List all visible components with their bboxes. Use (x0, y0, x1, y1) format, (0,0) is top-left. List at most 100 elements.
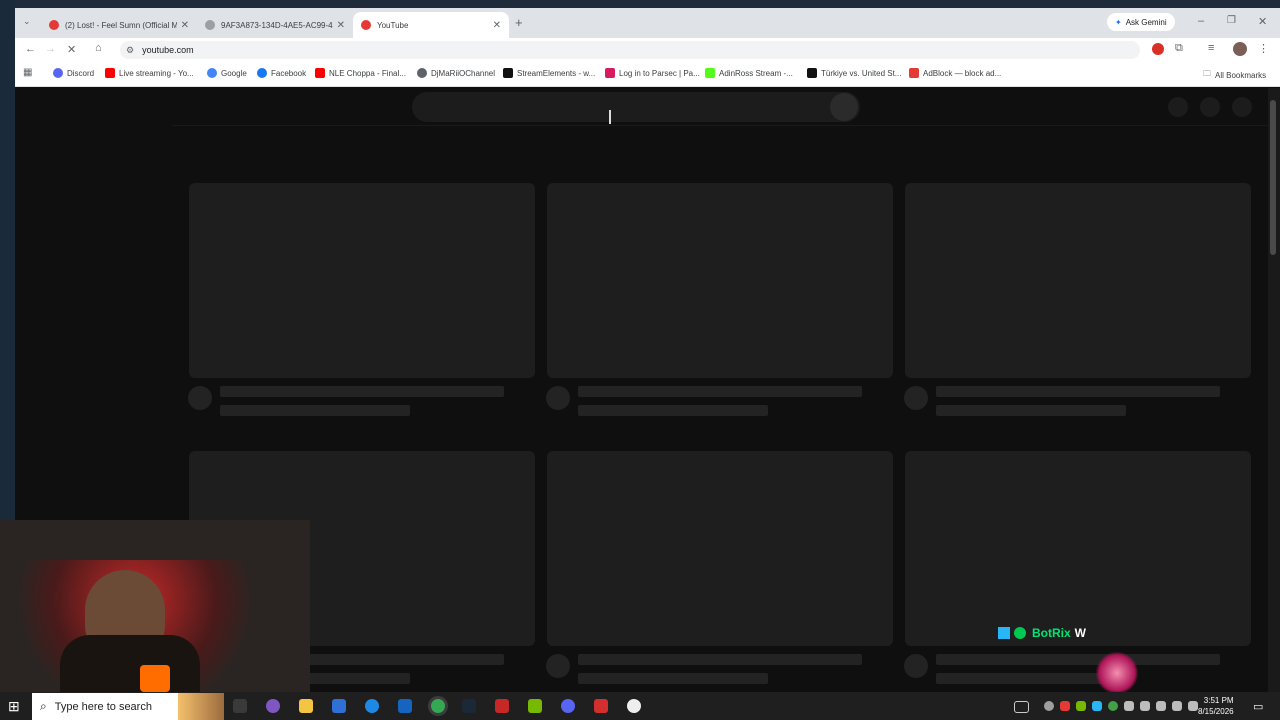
bookmark-adblock[interactable]: AdBlock — block ad... (909, 68, 1001, 78)
tray-nvidia-icon[interactable] (1076, 701, 1086, 711)
video-thumbnail-skeleton[interactable] (905, 451, 1251, 646)
tab-file-guid[interactable]: 9AF3A873-134D-4AE5-AC99-4 ✕ (197, 12, 353, 38)
botrix-message: W (1074, 626, 1086, 640)
video-meta-skeleton (936, 405, 1126, 416)
microsoft-store-icon[interactable] (332, 699, 346, 713)
bookmark-adinross[interactable]: AdinRoss Stream -... (705, 68, 793, 78)
emote-sticker (1096, 652, 1138, 694)
search-input-skeleton[interactable] (412, 92, 860, 122)
adblock-extension-icon[interactable] (1152, 43, 1164, 55)
task-view-icon[interactable] (233, 699, 247, 713)
close-tab-icon[interactable]: ✕ (181, 20, 189, 31)
video-meta-skeleton (220, 405, 410, 416)
bookmark-label: All Bookmarks (1215, 70, 1267, 80)
keyboard-icon[interactable] (1014, 701, 1029, 713)
steam-icon[interactable] (462, 699, 476, 713)
outlook-icon[interactable] (398, 699, 412, 713)
red-lamp (140, 665, 170, 692)
tab-title: (2) Lost! - Feel Sumn (Official M (65, 20, 177, 30)
site-info-icon[interactable]: ⚙ (126, 45, 134, 56)
youtube-icon (105, 68, 115, 78)
apps-grid-icon[interactable]: ▦ (23, 67, 32, 78)
tray-app-icon[interactable] (1108, 701, 1118, 711)
video-thumbnail-skeleton[interactable] (547, 451, 893, 646)
profile-avatar[interactable] (1233, 42, 1247, 56)
bookmark-google[interactable]: Google (207, 68, 247, 78)
bookmark-label: Log in to Parsec | Pa... (619, 68, 700, 78)
volume-icon[interactable] (1172, 701, 1182, 711)
google-icon (207, 68, 217, 78)
adblock-icon (909, 68, 919, 78)
minimize-icon[interactable]: – (1198, 15, 1204, 27)
header-divider (172, 125, 1268, 126)
extensions-puzzle-icon[interactable]: ⧉ (1175, 42, 1183, 55)
bookmark-streamelements[interactable]: StreamElements - w... (503, 68, 595, 78)
tab-youtube[interactable]: YouTube ✕ (353, 12, 509, 38)
bookmark-djmariiochannel[interactable]: DjMaRiiOChannel (417, 68, 495, 78)
header-icon-skeleton[interactable] (1200, 97, 1220, 117)
bookmark-turkiye-vs-us[interactable]: Türkiye vs. United St... (807, 68, 901, 78)
channel-avatar-skeleton (546, 654, 570, 678)
channel-avatar-skeleton (188, 386, 212, 410)
video-thumbnail-skeleton[interactable] (547, 183, 893, 378)
media-queue-icon[interactable]: ≡ (1208, 42, 1214, 54)
tab-title: YouTube (377, 20, 409, 30)
new-tab-plus-icon[interactable]: + (515, 15, 523, 30)
discord-taskbar-icon[interactable] (561, 699, 575, 713)
close-tab-icon[interactable]: ✕ (337, 20, 345, 31)
bookmark-facebook[interactable]: Facebook (257, 68, 306, 78)
antivirus-icon[interactable] (594, 699, 608, 713)
tray-app-icon[interactable] (1140, 701, 1150, 711)
video-meta-skeleton (578, 673, 768, 684)
desktop-background (0, 0, 1280, 8)
bookmark-label: Türkiye vs. United St... (821, 68, 902, 78)
address-bar[interactable]: ⚙ youtube.com (120, 41, 1140, 59)
obs-icon[interactable] (627, 699, 641, 713)
bookmark-nle-choppa[interactable]: NLE Choppa - Final... (315, 68, 406, 78)
taskbar-clock[interactable]: 3:51 PM 8/15/2026 (1198, 695, 1234, 717)
bookmark-label: AdBlock — block ad... (923, 68, 1002, 78)
globe-icon (417, 68, 427, 78)
bookmark-discord[interactable]: Discord (53, 68, 94, 78)
nvidia-icon[interactable] (528, 699, 542, 713)
avatar-skeleton[interactable] (1232, 97, 1252, 117)
close-window-icon[interactable]: ✕ (1258, 15, 1267, 28)
tray-app-icon[interactable] (1124, 701, 1134, 711)
botrix-square-icon (998, 627, 1010, 639)
search-button-skeleton[interactable] (830, 93, 858, 121)
windows-start-icon[interactable]: ⊞ (8, 698, 20, 715)
forward-arrow-icon[interactable]: → (45, 43, 56, 55)
bookmark-live-streaming[interactable]: Live streaming - Yo... (105, 68, 194, 78)
tray-bluetooth-icon[interactable] (1092, 701, 1102, 711)
copilot-icon[interactable] (266, 699, 280, 713)
taskbar-search-placeholder: Type here to search (54, 700, 152, 713)
chrome-icon[interactable] (431, 699, 445, 713)
video-thumbnail-skeleton[interactable] (189, 183, 535, 378)
home-icon[interactable]: ⌂ (95, 42, 102, 54)
edge-icon[interactable] (365, 699, 379, 713)
tab-lost-feel-sumn[interactable]: (2) Lost! - Feel Sumn (Official M ✕ (41, 12, 197, 38)
microphone-icon[interactable] (1156, 701, 1166, 711)
more-menu-icon[interactable]: ⋮ (1258, 42, 1269, 55)
close-tab-icon[interactable]: ✕ (493, 20, 501, 31)
clock-time: 3:51 PM (1203, 696, 1234, 705)
video-thumbnail-skeleton[interactable] (905, 183, 1251, 378)
bookmark-parsec[interactable]: Log in to Parsec | Pa... (605, 68, 700, 78)
scrollbar-thumb[interactable] (1270, 100, 1276, 255)
file-explorer-icon[interactable] (299, 699, 313, 713)
discord-icon (53, 68, 63, 78)
all-bookmarks-folder[interactable]: 🗀 All Bookmarks (1203, 68, 1266, 82)
taskbar-search-box[interactable]: ⌕ Type here to search (32, 693, 224, 720)
restore-window-icon[interactable]: ❐ (1227, 15, 1236, 26)
notification-icon[interactable]: ▭ (1253, 700, 1263, 713)
ask-gemini-button[interactable]: ✦ Ask Gemini (1107, 13, 1175, 31)
botrix-overlay: BotRix W (998, 626, 1086, 640)
tab-search-chevron-icon[interactable]: ⌄ (23, 16, 31, 27)
game-app-icon[interactable] (495, 699, 509, 713)
stop-loading-icon[interactable]: ✕ (67, 43, 76, 56)
header-icon-skeleton[interactable] (1168, 97, 1188, 117)
tray-app-icon[interactable] (1044, 701, 1054, 711)
back-arrow-icon[interactable]: ← (25, 43, 36, 55)
tray-antivirus-icon[interactable] (1060, 701, 1070, 711)
network-icon[interactable] (1188, 701, 1198, 711)
